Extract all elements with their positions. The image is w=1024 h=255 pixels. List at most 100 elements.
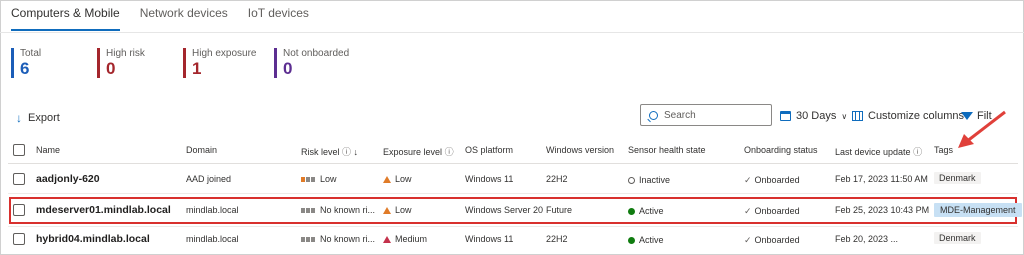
warning-triangle-icon: [383, 207, 391, 214]
col-os-platform[interactable]: OS platform: [465, 145, 513, 155]
row-checkbox[interactable]: [13, 233, 25, 245]
exposure-text: Medium: [395, 234, 428, 244]
onboarding-status: ✓ Onboarded: [744, 175, 800, 186]
windows-version: 22H2: [546, 174, 568, 184]
risk-level: Low: [301, 174, 337, 184]
exposure-level: Low: [383, 205, 412, 215]
windows-version: Future: [546, 205, 573, 215]
risk-text: Low: [320, 174, 337, 184]
col-windows-version[interactable]: Windows version: [546, 145, 614, 155]
sensor-text: Inactive: [639, 175, 671, 185]
search-input[interactable]: Search: [640, 104, 772, 126]
chevron-down-icon: ∨: [841, 111, 848, 121]
download-icon: ↓: [16, 111, 22, 125]
stat-not-onboarded[interactable]: Not onboarded 0: [274, 48, 349, 78]
tab-computers-mobile[interactable]: Computers & Mobile: [11, 6, 120, 31]
checkmark-icon: ✓: [744, 235, 752, 245]
device-tag[interactable]: Denmark: [934, 172, 981, 184]
active-status-icon: [628, 237, 635, 245]
sensor-health: Active: [628, 235, 664, 245]
tab-iot-devices[interactable]: IoT devices: [248, 6, 309, 31]
device-tag[interactable]: MDE-Management: [934, 203, 1022, 217]
onboarding-text: Onboarded: [754, 206, 800, 216]
windows-version: 22H2: [546, 234, 568, 244]
stat-high-exposure[interactable]: High exposure 1: [183, 48, 256, 78]
sensor-text: Active: [639, 206, 664, 216]
checkmark-icon: ✓: [744, 206, 752, 216]
os-platform: Windows 11: [465, 174, 514, 184]
device-name[interactable]: hybrid04.mindlab.local: [36, 233, 150, 245]
exposure-text: Low: [395, 174, 412, 184]
os-platform: Windows 11: [465, 234, 514, 244]
onboarding-text: Onboarded: [754, 235, 800, 245]
stat-value: 1: [192, 59, 202, 78]
onboarding-text: Onboarded: [754, 175, 800, 185]
sensor-text: Active: [639, 235, 664, 245]
customize-columns-button[interactable]: Customize columns: [852, 110, 964, 122]
last-device-update: Feb 20, 2023 ...: [835, 234, 899, 244]
risk-text: No known ri...: [320, 234, 376, 244]
device-tabs: Computers & Mobile Network devices IoT d…: [11, 6, 329, 31]
info-icon: ⓘ: [342, 147, 354, 157]
onboarding-status: ✓ Onboarded: [744, 206, 800, 217]
stat-total[interactable]: Total 6: [11, 48, 41, 78]
risk-text: No known ri...: [320, 205, 376, 215]
export-button[interactable]: ↓ Export: [16, 111, 60, 125]
annotation-arrow-icon: [958, 110, 1006, 148]
col-risk-level[interactable]: Risk level ⓘ ↓: [301, 145, 358, 158]
os-platform: Windows Server 20...: [465, 205, 543, 215]
col-lastupdate-label: Last device update: [835, 147, 911, 157]
stat-label: Not onboarded: [283, 48, 350, 59]
stat-label: High risk: [106, 48, 145, 59]
col-domain[interactable]: Domain: [186, 145, 217, 155]
row-divider: [8, 193, 1018, 194]
col-sensor-health[interactable]: Sensor health state: [628, 145, 706, 155]
export-label: Export: [28, 112, 60, 124]
stat-label: Total: [20, 48, 42, 59]
stat-high-risk[interactable]: High risk 0: [97, 48, 145, 78]
col-last-device-update[interactable]: Last device update ⓘ: [835, 145, 922, 158]
info-icon: ⓘ: [913, 147, 923, 157]
warning-triangle-icon: [383, 236, 391, 243]
info-icon: ⓘ: [444, 147, 454, 157]
search-icon: [649, 110, 658, 120]
col-name[interactable]: Name: [36, 145, 60, 155]
row-checkbox[interactable]: [13, 173, 25, 185]
device-domain: mindlab.local: [186, 205, 239, 215]
sensor-health: Inactive: [628, 175, 670, 185]
device-tag[interactable]: Denmark: [934, 232, 981, 244]
onboarding-status: ✓ Onboarded: [744, 235, 800, 246]
inactive-status-icon: [628, 177, 635, 185]
exposure-text: Low: [395, 205, 412, 215]
risk-level: No known ri...: [301, 205, 379, 215]
row-checkbox[interactable]: [13, 204, 25, 216]
sensor-health: Active: [628, 206, 664, 216]
stat-value: 0: [283, 59, 293, 78]
tabs-divider: [0, 32, 1024, 33]
risk-bars-icon: [301, 237, 315, 243]
stat-label: High exposure: [192, 48, 257, 59]
col-exposure-level[interactable]: Exposure level ⓘ: [383, 145, 454, 158]
stat-value: 0: [106, 59, 116, 78]
date-range-label: 30 Days: [796, 110, 837, 122]
device-domain: mindlab.local: [186, 234, 239, 244]
tab-network-devices[interactable]: Network devices: [140, 6, 228, 31]
row-divider: [8, 226, 1018, 227]
exposure-level: Low: [383, 174, 412, 184]
select-all-checkbox[interactable]: [13, 144, 25, 156]
warning-triangle-icon: [383, 176, 391, 183]
sort-desc-icon: ↓: [353, 147, 359, 157]
device-domain: AAD joined: [186, 174, 232, 184]
col-onboarding-status[interactable]: Onboarding status: [744, 145, 818, 155]
date-range-dropdown[interactable]: 30 Days ∨: [780, 110, 847, 122]
col-tags[interactable]: Tags: [934, 145, 953, 155]
last-device-update: Feb 25, 2023 10:43 PM: [835, 205, 930, 215]
device-name[interactable]: mdeserver01.mindlab.local: [36, 204, 171, 216]
stat-value: 6: [20, 59, 30, 78]
col-risk-label: Risk level: [301, 147, 340, 157]
risk-level: No known ri...: [301, 234, 379, 244]
checkmark-icon: ✓: [744, 175, 752, 185]
columns-icon: [852, 111, 863, 121]
search-placeholder: Search: [664, 109, 696, 121]
device-name[interactable]: aadjonly-620: [36, 173, 100, 185]
